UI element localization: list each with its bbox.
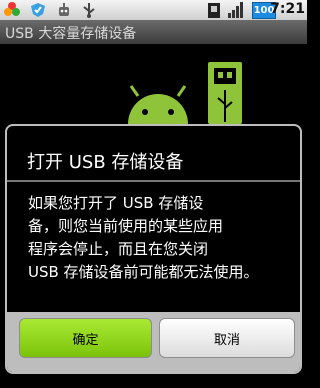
usb-android-illustration	[128, 62, 242, 124]
dialog-message-line: 如果您打开了 USB 存储设	[28, 194, 204, 212]
shield-icon	[31, 3, 45, 17]
signal-icon	[228, 2, 243, 18]
status-bar: 100 7:21	[0, 0, 307, 20]
dialog-divider	[7, 180, 300, 182]
cancel-button[interactable]: 取消	[159, 318, 295, 358]
dialog-message-line: 程序会停止，而且在您关闭	[28, 240, 209, 258]
dialog-message-line: USB 存储设备前可能都无法使用。	[28, 263, 259, 281]
dialog-title: 打开 USB 存储设备	[27, 152, 184, 173]
dialog-message-line: 备，则您当前使用的某些应用	[28, 217, 224, 235]
usb-storage-dialog: 打开 USB 存储设备 如果您打开了 USB 存储设 备，则您当前使用的某些应用…	[5, 124, 302, 374]
flower-icon	[4, 2, 20, 16]
usb-icon	[83, 3, 95, 18]
dialog-button-bar: 确定 取消	[7, 312, 300, 372]
title-bar: USB 大容量存储设备	[0, 20, 307, 44]
clock: 7:21	[270, 1, 305, 17]
robot-icon	[59, 3, 69, 16]
sim-card-icon	[208, 3, 220, 18]
page-title: USB 大容量存储设备	[5, 26, 137, 42]
ok-button[interactable]: 确定	[19, 318, 152, 358]
dialog-message: 如果您打开了 USB 存储设 备，则您当前使用的某些应用 程序会停止，而且在您关…	[28, 192, 293, 284]
